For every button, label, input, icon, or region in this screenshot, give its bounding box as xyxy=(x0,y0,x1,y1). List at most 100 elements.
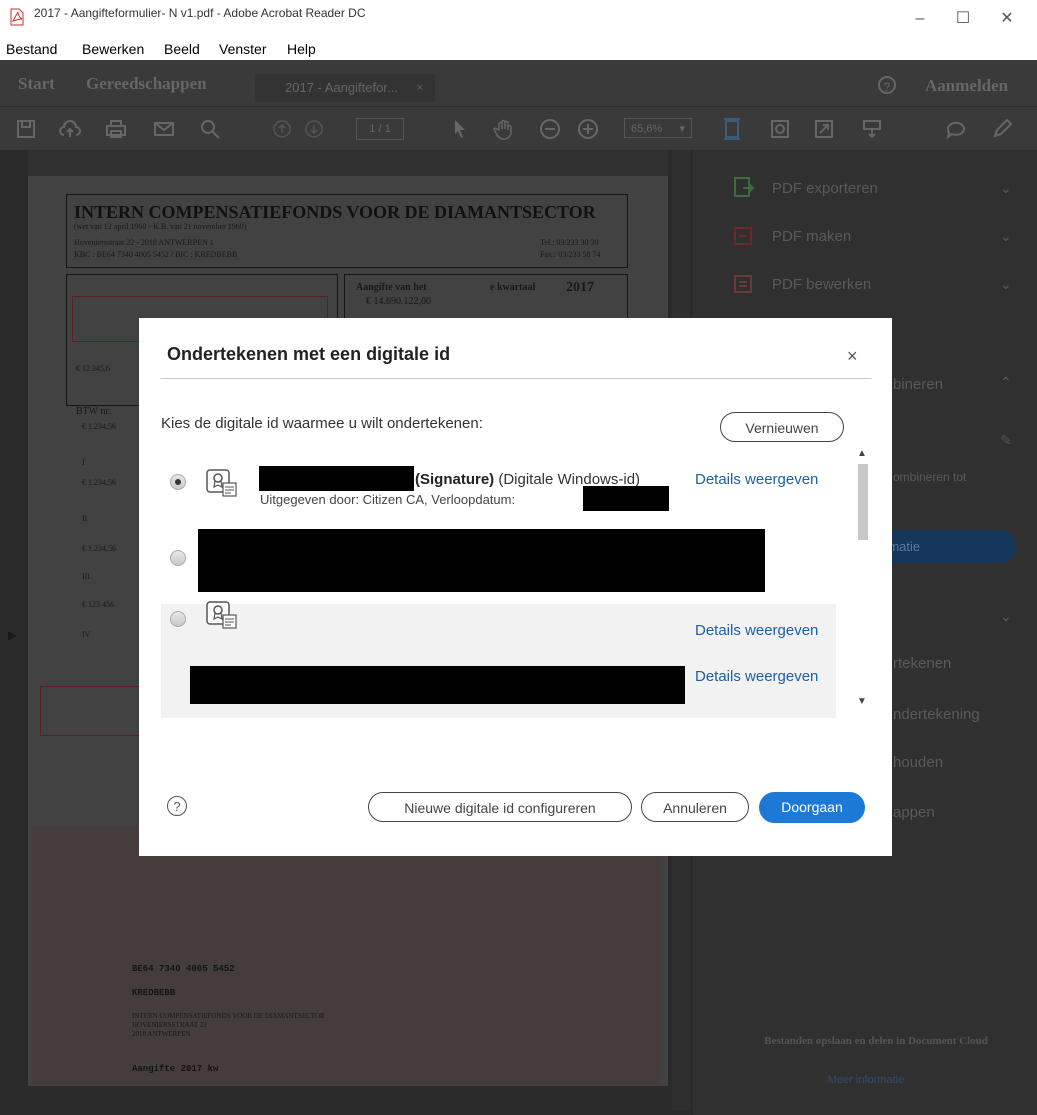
tab-close-icon[interactable]: × xyxy=(417,74,423,102)
details-link-3[interactable]: Details weergeven xyxy=(695,622,818,639)
digital-id-radio-1[interactable] xyxy=(170,474,186,490)
doc-amount-small-1: € 12.345,6 xyxy=(76,364,110,373)
digital-id-radio-3[interactable] xyxy=(170,611,186,627)
save-icon[interactable] xyxy=(14,117,38,141)
zoom-out-icon[interactable] xyxy=(538,117,562,141)
minimize-button[interactable]: – xyxy=(900,4,940,34)
dialog-separator xyxy=(161,378,871,379)
stamp-icon[interactable] xyxy=(860,117,884,141)
scroll-up-arrow-icon[interactable]: ▲ xyxy=(857,448,867,459)
configure-new-id-button[interactable]: Nieuwe digitale id configureren xyxy=(368,792,632,822)
refresh-button[interactable]: Vernieuwen xyxy=(720,412,844,442)
dialog-prompt: Kies de digitale id waarmee u wilt onder… xyxy=(161,415,483,432)
digital-id-type-strong: (Signature) xyxy=(415,471,495,488)
tool-export-pdf[interactable]: PDF exporteren xyxy=(772,180,878,197)
redacted-name-1 xyxy=(259,466,414,491)
fit-page-icon[interactable] xyxy=(720,117,744,141)
menu-bestand[interactable]: Bestand xyxy=(6,41,57,57)
cloud-more-info-link[interactable]: Meer informatie xyxy=(726,1074,1006,1086)
chevron-down-icon: ▾ xyxy=(679,123,685,135)
doc-roman-3: III xyxy=(82,572,90,581)
doc-bank: KBC : BE64 7340 4005 5452 / BIC : KREDBE… xyxy=(74,250,238,259)
tool-more-partial[interactable]: appen xyxy=(893,804,935,821)
tab-tools[interactable]: Gereedschappen xyxy=(86,74,207,94)
select-cursor-icon[interactable] xyxy=(448,117,472,141)
redacted-id-4 xyxy=(190,666,685,704)
menu-beeld[interactable]: Beeld xyxy=(164,41,200,57)
digital-id-list: (Signature) (Digitale Windows-id) Uitgeg… xyxy=(161,446,858,718)
tool-signature-partial[interactable]: ndertekening xyxy=(893,706,980,723)
cancel-button[interactable]: Annuleren xyxy=(641,792,749,822)
details-link-4[interactable]: Details weergeven xyxy=(695,668,818,685)
page-number-field[interactable]: 1 / 1 xyxy=(356,118,404,140)
doc-amount-small-3: € 1.234,56 xyxy=(82,478,116,487)
scroll-thumb[interactable] xyxy=(858,464,868,540)
tool-combine-partial[interactable]: bineren xyxy=(893,376,943,393)
zoom-level-dropdown[interactable]: 65,6% ▾ xyxy=(624,118,692,138)
title-bar: 2017 - Aangifteformulier- N v1.pdf - Ado… xyxy=(0,0,1037,40)
details-link-1[interactable]: Details weergeven xyxy=(695,471,818,488)
help-icon[interactable]: ? xyxy=(878,76,896,94)
tool-edit-pdf[interactable]: PDF bewerken xyxy=(772,276,871,293)
panel-toggle-arrow-icon[interactable]: ▶ xyxy=(8,628,17,642)
chevron-down-icon[interactable]: ⌄ xyxy=(1000,608,1012,625)
close-icon[interactable]: × xyxy=(847,346,858,367)
tool-create-pdf[interactable]: PDF maken xyxy=(772,228,851,245)
tab-start[interactable]: Start xyxy=(18,74,55,94)
tool-keep-partial[interactable]: houden xyxy=(893,754,943,771)
next-page-icon[interactable] xyxy=(302,117,326,141)
upload-cloud-icon[interactable] xyxy=(58,117,82,141)
zoom-in-icon[interactable] xyxy=(576,117,600,141)
doc-city: 2018 ANTWERPEN xyxy=(132,1030,191,1038)
tab-document-label: 2017 - Aangiftefor... xyxy=(285,80,398,95)
comment-icon[interactable] xyxy=(944,117,968,141)
sign-in-link[interactable]: Aanmelden xyxy=(925,76,1008,96)
redacted-expiry-1 xyxy=(583,486,669,511)
edit-pdf-icon xyxy=(734,275,752,293)
scroll-down-arrow-icon[interactable]: ▼ xyxy=(857,696,867,707)
menu-venster[interactable]: Venster xyxy=(219,41,266,57)
full-screen-icon[interactable] xyxy=(812,117,836,141)
search-icon[interactable] xyxy=(198,117,222,141)
doc-bic: KREDBEBB xyxy=(132,988,176,998)
doc-amount-small-5: € 123.456 xyxy=(82,600,114,609)
toolbar: 1 / 1 65,6% ▾ xyxy=(0,106,1037,151)
maximize-button[interactable]: ☐ xyxy=(943,4,983,34)
export-pdf-icon xyxy=(734,177,755,197)
rotate-page-icon[interactable] xyxy=(768,117,792,141)
chevron-down-icon[interactable]: ⌄ xyxy=(1000,228,1012,245)
chevron-down-icon[interactable]: ⌄ xyxy=(1000,180,1012,197)
doc-beneficiary: INTERN COMPENSATIEFONDS VOOR DE DIAMANTS… xyxy=(132,1012,325,1020)
combine-desc-partial: ombineren tot xyxy=(893,470,967,484)
doc-address: Hoveniersstraat 22 - 2018 ANTWERPEN 1 xyxy=(74,238,214,247)
chevron-up-icon[interactable]: ⌃ xyxy=(1000,374,1012,391)
chevron-down-icon[interactable]: ⌄ xyxy=(1000,276,1012,293)
doc-street: HOVENIERSSTRAAT 22 xyxy=(132,1021,207,1029)
menu-bewerken[interactable]: Bewerken xyxy=(82,41,144,57)
doc-amount-small-4: € 1.234,56 xyxy=(82,544,116,553)
certificate-icon xyxy=(206,601,237,629)
doc-iban: BE64 7340 4005 5452 xyxy=(132,964,235,974)
previous-page-icon[interactable] xyxy=(270,117,294,141)
create-pdf-icon xyxy=(734,227,752,245)
doc-roman-1: I xyxy=(82,458,85,467)
sign-digital-id-dialog: Ondertekenen met een digitale id × Kies … xyxy=(139,318,892,856)
tool-sign-partial[interactable]: rtekenen xyxy=(893,655,951,672)
id-list-scrollbar[interactable]: ▲ ▼ xyxy=(852,448,872,718)
print-icon[interactable] xyxy=(104,117,128,141)
doc-amount-small-2: € 1.234,56 xyxy=(82,422,116,431)
continue-button[interactable]: Doorgaan xyxy=(759,792,865,823)
cloud-promo-text: Bestanden opslaan en delen in Document C… xyxy=(764,1035,988,1047)
menu-help[interactable]: Help xyxy=(287,41,316,57)
doc-amount: € 14.690.122,00 xyxy=(366,296,431,307)
doc-aangifte-label: Aangifte van het xyxy=(356,282,427,293)
zoom-level-value: 65,6% xyxy=(631,123,663,135)
edit-icon[interactable]: ✎ xyxy=(1000,432,1012,449)
help-icon[interactable]: ? xyxy=(167,796,187,816)
hand-tool-icon[interactable] xyxy=(492,117,516,141)
email-icon[interactable] xyxy=(152,117,176,141)
digital-id-radio-2[interactable] xyxy=(170,550,186,566)
pen-icon[interactable] xyxy=(990,117,1014,141)
close-window-button[interactable]: ✕ xyxy=(987,4,1027,34)
tab-document[interactable]: 2017 - Aangiftefor... × xyxy=(255,74,435,102)
